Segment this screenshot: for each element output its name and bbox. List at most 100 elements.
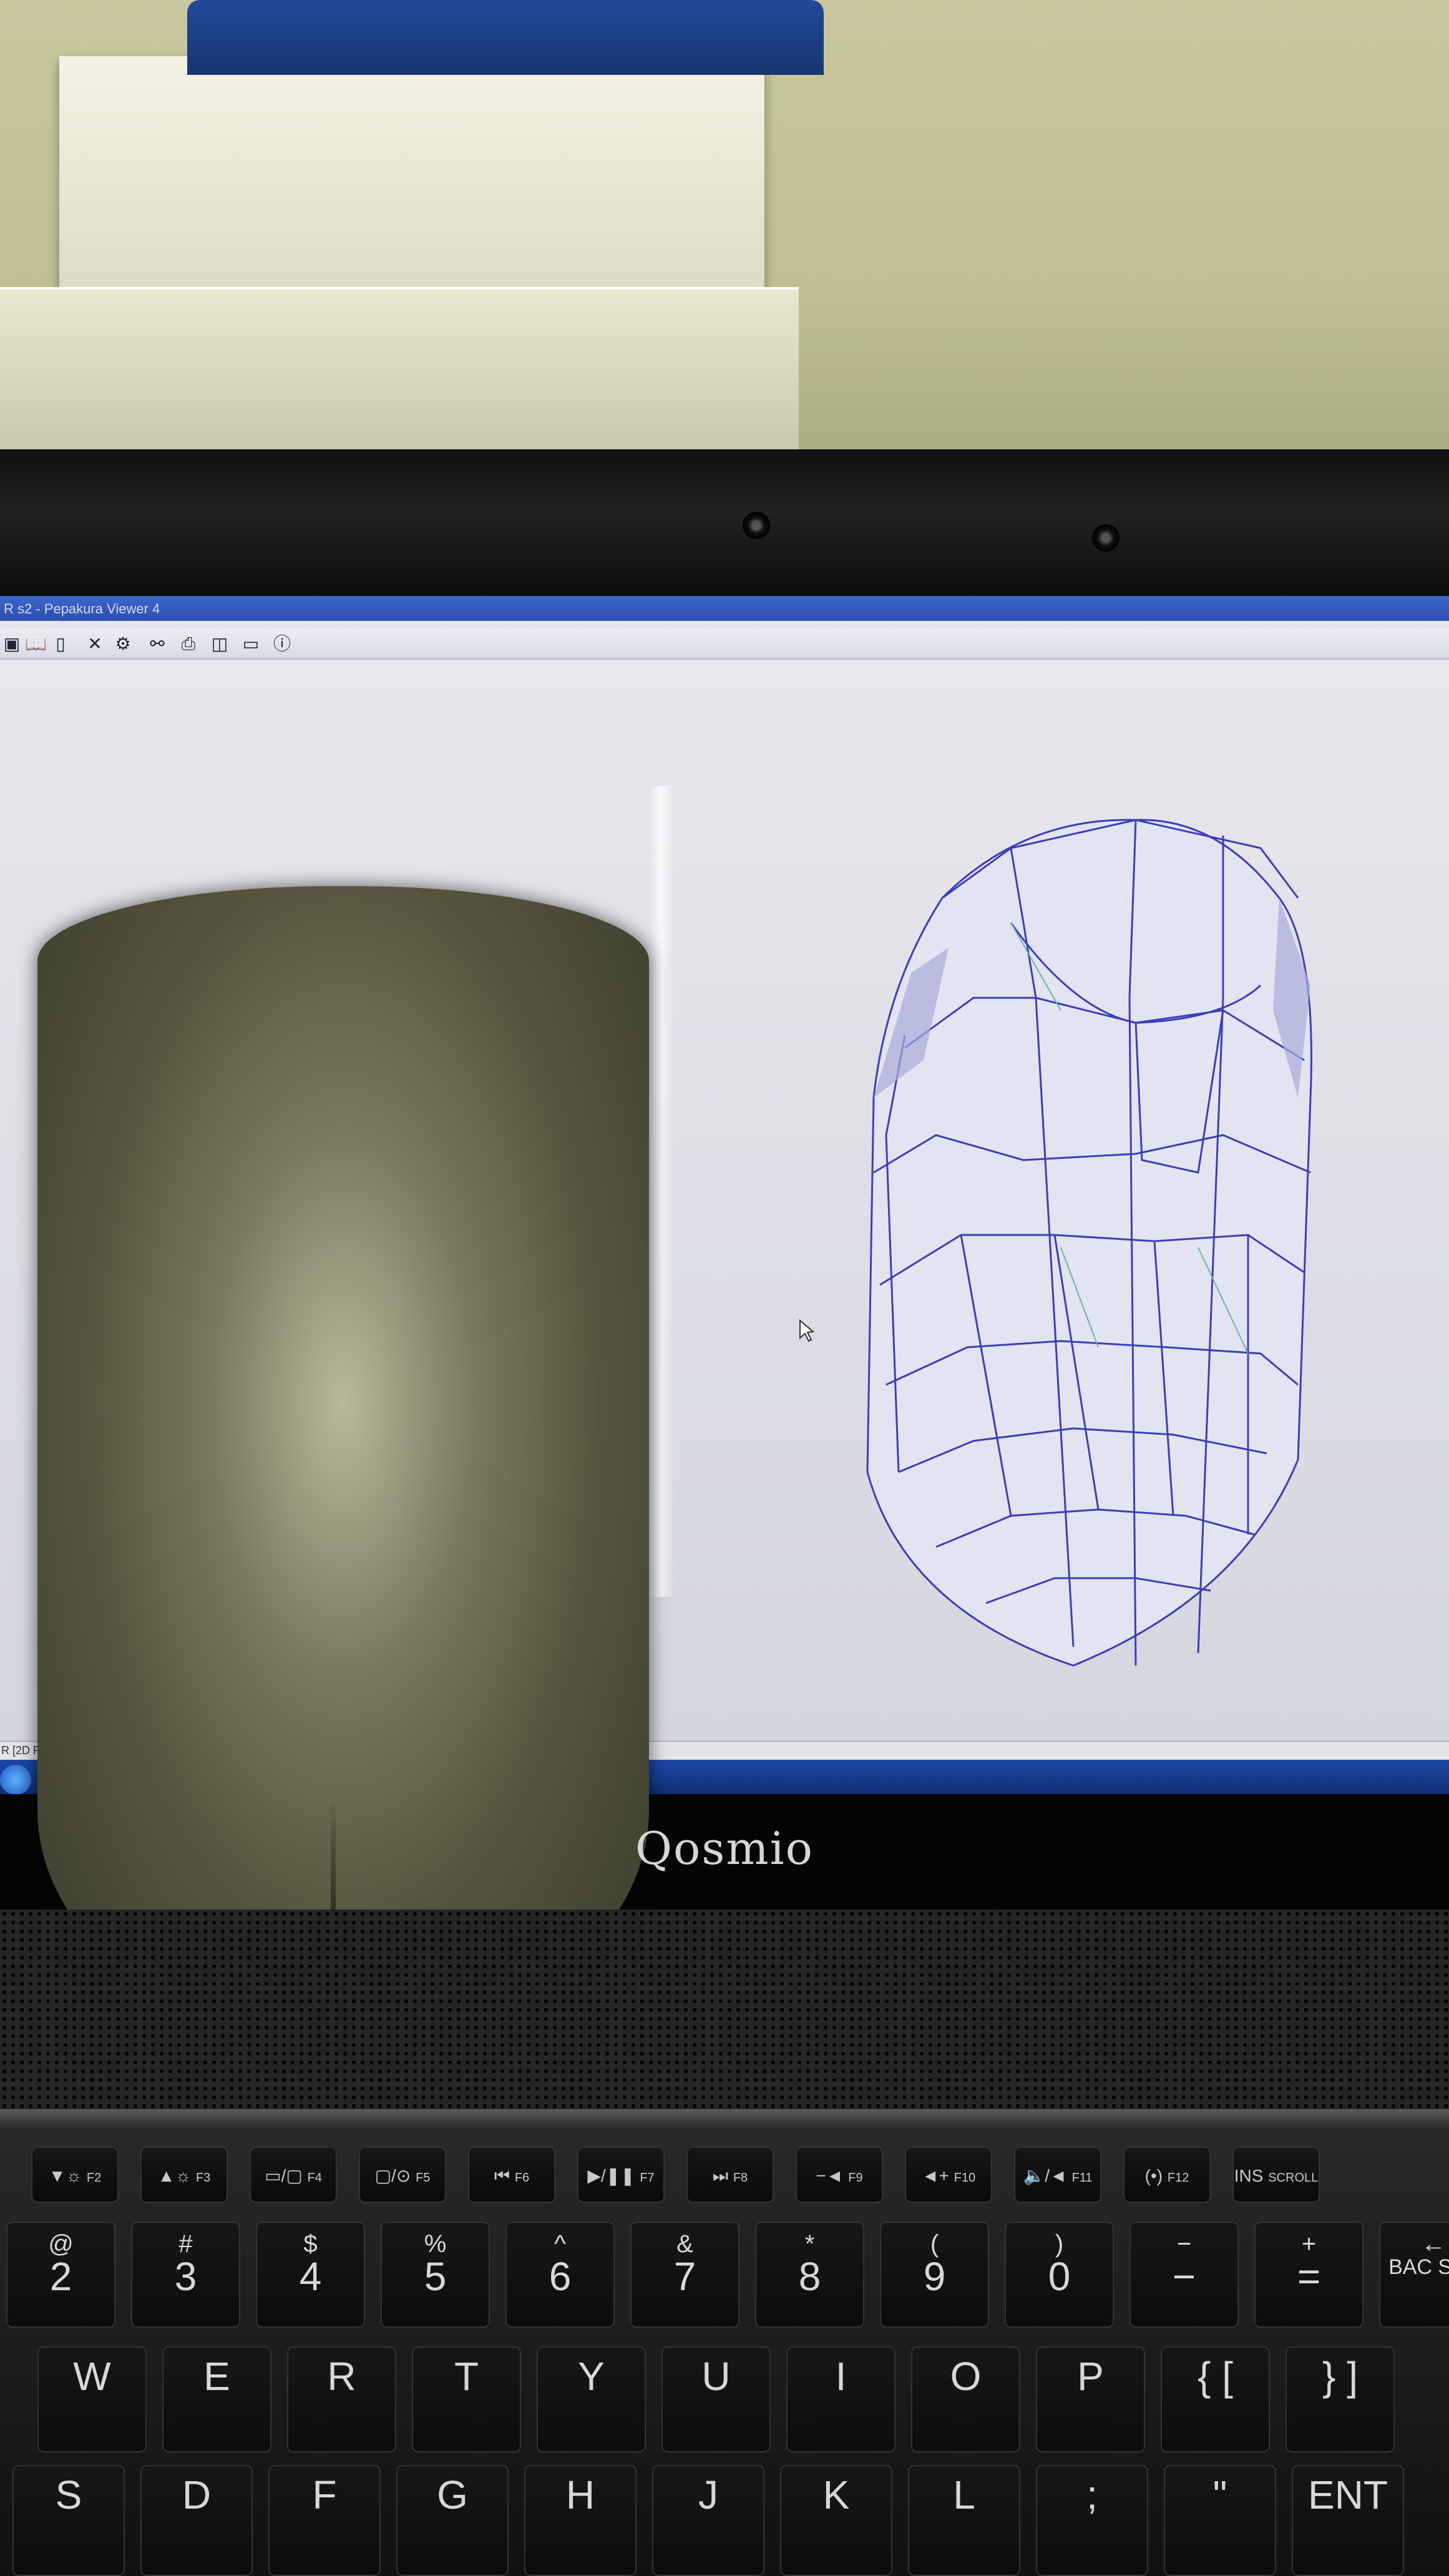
fkey-label: ▼☼ [48, 2166, 82, 2185]
layout-icon[interactable]: ◫ [209, 633, 230, 655]
key-8-number-row[interactable]: ) 0 [1005, 2222, 1114, 2328]
key-label: F [312, 2472, 337, 2517]
key-t[interactable]: T [412, 2346, 521, 2452]
key-9-number-row[interactable]: − − [1129, 2222, 1239, 2328]
key-label: R [327, 2354, 356, 2399]
print-icon[interactable]: ⎙ [178, 633, 199, 655]
fkey-f2[interactable]: ▼☼ F2 [31, 2147, 119, 2203]
key-6-number-row[interactable]: * 8 [755, 2222, 864, 2328]
info-icon[interactable]: ⓘ [271, 633, 293, 655]
key-home-2[interactable]: F [268, 2465, 381, 2576]
blue-box-lid [187, 0, 824, 75]
key-home-3[interactable]: G [396, 2465, 509, 2576]
key-home-7[interactable]: L [908, 2465, 1020, 2576]
key-2-number-row[interactable]: $4 [256, 2222, 365, 2328]
window-icon[interactable]: ▭ [240, 633, 261, 655]
fkey-label: ⏭ [712, 2166, 729, 2185]
key-3-number-row[interactable]: % 5 [381, 2222, 490, 2328]
key-0-number-row[interactable]: @2 [6, 2222, 115, 2328]
fkey-f10[interactable]: ◄+ F10 [905, 2147, 992, 2203]
fkey-fn: F4 [307, 2171, 322, 2185]
open-file-icon[interactable]: ▣ [1, 633, 22, 655]
fkey-label: (•) [1144, 2166, 1163, 2185]
key-home-8[interactable]: ; [1036, 2465, 1148, 2576]
settings-icon[interactable]: ⚙ [112, 633, 134, 655]
brand-logo: Qosmio [635, 1822, 814, 1875]
key-label: H [565, 2472, 595, 2517]
key-home-10[interactable]: ENT [1292, 2465, 1404, 2576]
key-home-5[interactable]: J [652, 2465, 764, 2576]
key-10-number-row[interactable]: + = [1254, 2222, 1364, 2328]
fkey-fn: F3 [195, 2171, 211, 2185]
fkey-label: ▲☼ [157, 2166, 192, 2185]
fkey-label: ▢/⊙ [374, 2166, 411, 2185]
fkey-f9[interactable]: −◄ F9 [796, 2147, 883, 2203]
key-label: 4 [299, 2254, 322, 2299]
key-symbol: ^ [554, 2230, 566, 2258]
key-p[interactable]: P [1036, 2346, 1145, 2452]
fkey-f4[interactable]: ▭/▢ F4 [250, 2147, 337, 2203]
key-4-number-row[interactable]: ^ 6 [505, 2222, 615, 2328]
key-symbol: ) [1055, 2230, 1064, 2258]
key-e[interactable]: E [162, 2346, 271, 2452]
fkey-fn: F8 [733, 2171, 748, 2185]
key-7-number-row[interactable]: (9 [880, 2222, 989, 2328]
fkey-f3[interactable]: ▲☼ F3 [140, 2147, 228, 2203]
book-icon[interactable]: 📖 [25, 633, 47, 655]
key-label: 0 [1048, 2254, 1071, 2299]
page-icon[interactable]: ▯ [50, 633, 71, 655]
key-home-1[interactable]: D [140, 2465, 253, 2576]
deck-edge [0, 2109, 1449, 2128]
key-label: − [1172, 2254, 1196, 2299]
key-1-number-row[interactable]: #3 [131, 2222, 240, 2328]
key-label: U [701, 2354, 731, 2399]
key-label: 8 [798, 2254, 821, 2299]
fkey-fn: F7 [640, 2171, 655, 2185]
key-y[interactable]: Y [537, 2346, 646, 2452]
sensor-icon [1092, 524, 1120, 552]
fkey-fn: F6 [514, 2171, 530, 2185]
link-icon[interactable]: ⚯ [147, 633, 168, 655]
key-label: W [73, 2354, 111, 2399]
fkey-f8[interactable]: ⏭ F8 [686, 2147, 774, 2203]
key-label: BAC SPA [1388, 2255, 1449, 2279]
key-symbol: # [178, 2230, 193, 2258]
key-11-number-row[interactable]: ←BAC SPA [1379, 2222, 1449, 2328]
key-symbol: & [676, 2230, 693, 2258]
fkey-f6[interactable]: ⏮ F6 [468, 2147, 555, 2203]
key-home-0[interactable]: S [12, 2465, 125, 2576]
key-home-4[interactable]: H [524, 2465, 637, 2576]
key-symbol: $ [303, 2230, 318, 2258]
key-5-number-row[interactable]: & 7 [630, 2222, 739, 2328]
key-label: E [203, 2354, 230, 2399]
toolbar: ▣ 📖 ▯ ✕ ⚙ ⚯ ⎙ ◫ ▭ ⓘ [0, 628, 1449, 660]
start-button-icon[interactable] [0, 1765, 31, 1794]
fkey-label: −◄ [816, 2166, 844, 2185]
unfold-icon[interactable]: ✕ [84, 633, 105, 655]
fkey-scroll-lock[interactable]: INS SCROLL LOCK [1232, 2147, 1320, 2243]
fkey-label: INS [1234, 2166, 1264, 2185]
fkey-fn: F12 [1167, 2171, 1189, 2185]
key-label: 2 [49, 2254, 72, 2299]
key-home-6[interactable]: K [780, 2465, 892, 2576]
key-home-9[interactable]: " [1164, 2465, 1276, 2576]
fkey-label: 🔈/◄ [1023, 2166, 1067, 2185]
key-label: 9 [923, 2254, 946, 2299]
key-r[interactable]: R [287, 2346, 396, 2452]
key-label: ENT [1308, 2472, 1388, 2517]
key-u[interactable]: U [661, 2346, 771, 2452]
key-label: 6 [549, 2254, 572, 2299]
fkey-f5[interactable]: ▢/⊙ F5 [359, 2147, 446, 2203]
fkey-f7[interactable]: ▶/❚❚ F7 [577, 2147, 665, 2203]
key-xxx[interactable]: } ] [1286, 2346, 1395, 2452]
key-xxx[interactable]: { [ [1161, 2346, 1270, 2452]
key-o[interactable]: O [911, 2346, 1020, 2452]
fkey-f12[interactable]: (•) F12 [1123, 2147, 1211, 2203]
window-titlebar[interactable]: R s2 - Pepakura Viewer 4 [0, 596, 1449, 621]
key-i[interactable]: I [786, 2346, 895, 2452]
fkey-f11[interactable]: 🔈/◄ F11 [1014, 2147, 1101, 2203]
key-w[interactable]: W [37, 2346, 147, 2452]
key-label: D [182, 2472, 212, 2517]
key-label: } ] [1322, 2354, 1358, 2399]
key-label: " [1212, 2472, 1227, 2517]
